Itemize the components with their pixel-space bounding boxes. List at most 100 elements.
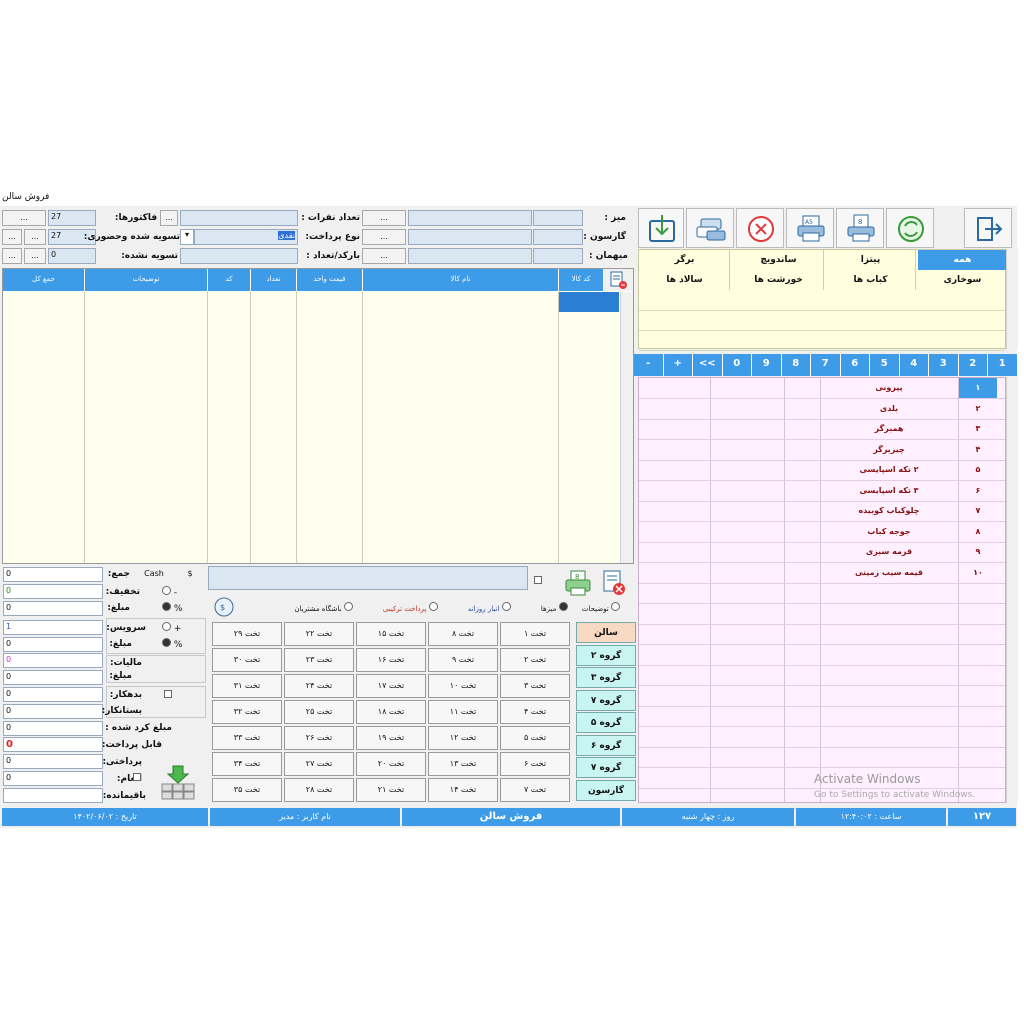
keyboard-button[interactable] [160, 764, 196, 800]
exit-button[interactable] [964, 208, 1012, 248]
product-name[interactable]: چیزبرگر [821, 440, 957, 460]
payment-type-select[interactable]: نقدی [194, 229, 298, 245]
table-button[interactable]: تخت ۱۶ [356, 648, 426, 672]
numpad-key[interactable]: << [693, 354, 723, 376]
radio-customer-club[interactable]: باشگاه مشتریان [294, 602, 353, 613]
category-tab[interactable]: برگر [640, 250, 730, 270]
product-code[interactable]: ۷ [959, 501, 997, 521]
table-code-field[interactable] [533, 210, 583, 226]
table-button[interactable]: تخت ۳۴ [212, 752, 282, 776]
table-button[interactable]: تخت ۱۰ [428, 674, 498, 698]
debtor-checkbox[interactable] [164, 690, 172, 698]
table-button[interactable]: تخت ۳۵ [212, 778, 282, 802]
print-a5-button[interactable]: A5 [786, 208, 834, 248]
table-button[interactable]: تخت ۲۰ [356, 752, 426, 776]
table-button[interactable]: تخت ۲۷ [284, 752, 354, 776]
table-button[interactable]: تخت ۱ [500, 622, 570, 646]
numpad-key[interactable]: 7 [811, 354, 841, 376]
group-button[interactable]: گارسون [576, 779, 636, 801]
table-button[interactable]: تخت ۱۵ [356, 622, 426, 646]
table-button[interactable]: تخت ۴ [500, 700, 570, 724]
group-button[interactable]: گروه ۶ [576, 734, 636, 756]
paid-field[interactable]: 0 [3, 754, 103, 769]
table-browse-button[interactable]: ... [362, 210, 406, 226]
table-button[interactable]: تخت ۲۴ [284, 674, 354, 698]
product-code[interactable]: ۵ [959, 460, 997, 480]
notes-checkbox[interactable] [534, 576, 542, 584]
col-header-product-code[interactable]: کد کالا [559, 269, 604, 291]
table-button[interactable]: تخت ۳۱ [212, 674, 282, 698]
product-name[interactable]: پپرونی [821, 378, 957, 398]
table-button[interactable]: تخت ۲ [500, 648, 570, 672]
col-header-quantity[interactable]: تعداد [251, 269, 297, 291]
group-button[interactable]: گروه ۳ [576, 667, 636, 688]
product-scrollbar[interactable] [1006, 377, 1018, 803]
table-button[interactable]: تخت ۲۱ [356, 778, 426, 802]
group-button[interactable]: گروه ۵ [576, 712, 636, 733]
discount-percent-radio[interactable]: % [162, 602, 182, 614]
discount-field[interactable]: 0 [3, 584, 103, 599]
product-name[interactable]: جوجه کباب [821, 522, 957, 542]
host-browse-button[interactable]: ... [362, 248, 406, 264]
col-header-total[interactable]: جمع کل [3, 269, 85, 291]
print-receipt-button[interactable]: 8 [836, 208, 884, 248]
multi-print-button[interactable] [686, 208, 734, 248]
table-button[interactable]: تخت ۵ [500, 726, 570, 750]
service-plus-radio[interactable]: + [162, 622, 181, 634]
table-button[interactable]: تخت ۳۲ [212, 700, 282, 724]
category-tab[interactable]: سوخاری [918, 270, 1008, 290]
radio-combo-payment[interactable]: پرداخت ترکیبی [383, 602, 438, 613]
numpad-key[interactable]: 8 [781, 354, 811, 376]
product-code[interactable]: ۳ [959, 419, 997, 439]
print-order-button[interactable]: 8 [562, 568, 594, 598]
numpad-key[interactable]: 9 [752, 354, 782, 376]
waiter-browse-button[interactable]: ... [362, 229, 406, 245]
waiter-code-field[interactable] [533, 229, 583, 245]
group-button[interactable]: گروه ۷ [576, 689, 636, 711]
all-invoices-small-button[interactable]: ... [160, 210, 178, 226]
discount-amount-field[interactable]: 0 [3, 601, 103, 616]
unsettled-browse-button-2[interactable]: ... [24, 248, 46, 264]
product-code[interactable]: ۶ [959, 481, 997, 501]
product-code[interactable]: ۲ [959, 399, 997, 419]
group-button[interactable]: سالن [576, 622, 636, 643]
import-button[interactable] [638, 208, 684, 248]
col-header-code[interactable]: کد [208, 269, 251, 291]
product-code[interactable]: ۴ [959, 440, 997, 460]
table-button[interactable]: تخت ۹ [428, 648, 498, 672]
remove-list-icon[interactable] [604, 269, 633, 291]
table-button[interactable]: تخت ۱۷ [356, 674, 426, 698]
table-button[interactable]: تخت ۱۳ [428, 752, 498, 776]
table-button[interactable]: تخت ۱۱ [428, 700, 498, 724]
table-button[interactable]: تخت ۲۵ [284, 700, 354, 724]
group-button[interactable]: گروه ۷ [576, 757, 636, 778]
product-name[interactable]: ۲ تکه اسپایسی [821, 460, 957, 480]
table-button[interactable]: تخت ۳۰ [212, 648, 282, 672]
numpad-key[interactable]: 1 [988, 354, 1018, 376]
order-grid-scrollbar[interactable] [620, 292, 633, 563]
table-button[interactable]: تخت ۳ [500, 674, 570, 698]
barcode-input[interactable] [180, 248, 298, 264]
table-button[interactable]: تخت ۷ [500, 778, 570, 802]
close-button[interactable] [736, 208, 784, 248]
category-tab[interactable]: خورشت ها [734, 270, 824, 290]
category-tab[interactable]: ساندویچ [734, 250, 824, 270]
product-code[interactable]: ۱۰ [959, 563, 997, 583]
category-tab[interactable]: همه [918, 250, 1008, 270]
unsettled-browse-button-1[interactable]: ... [2, 248, 22, 264]
category-tab[interactable]: پیتزا [826, 250, 916, 270]
col-header-product-name[interactable]: نام کالا [363, 269, 559, 291]
cancel-order-button[interactable] [598, 568, 630, 598]
col-header-description[interactable]: توضیحات [85, 269, 208, 291]
host-code-field[interactable] [533, 248, 583, 264]
table-button[interactable]: تخت ۱۴ [428, 778, 498, 802]
service-amount-field[interactable]: 0 [3, 637, 103, 652]
discount-minus-radio[interactable]: - [162, 586, 177, 598]
numpad-key[interactable]: 5 [870, 354, 900, 376]
numpad-key[interactable]: 0 [722, 354, 752, 376]
tip-checkbox[interactable] [133, 773, 141, 781]
payment-type-dropdown-arrow[interactable]: ▾ [180, 229, 194, 245]
service-field[interactable]: 1 [3, 620, 103, 635]
refresh-button[interactable] [886, 208, 934, 248]
settled-browse-button-1[interactable]: ... [2, 229, 22, 245]
